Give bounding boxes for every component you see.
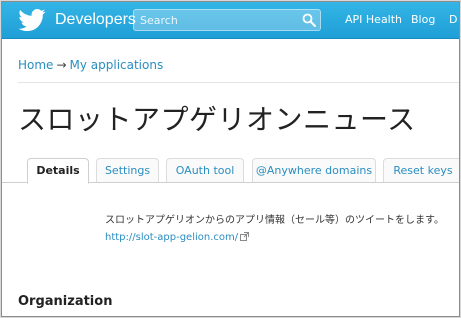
tab-oauth-tool[interactable]: OAuth tool bbox=[166, 158, 244, 182]
organization-heading: Organization bbox=[18, 294, 113, 309]
breadcrumb-separator: → bbox=[56, 58, 67, 72]
nav-docs[interactable]: D bbox=[449, 13, 457, 26]
search-icon[interactable] bbox=[302, 13, 316, 27]
brand-label: Developers bbox=[55, 11, 136, 28]
twitter-bird-icon bbox=[18, 9, 46, 31]
external-link-icon bbox=[240, 232, 250, 241]
app-description: スロットアプゲリオンからのアプリ情報（セール等）のツイートをします。 bbox=[105, 215, 444, 226]
breadcrumb-divider bbox=[18, 82, 459, 83]
top-navigation-bar: Developers API Health Blog D bbox=[2, 2, 459, 39]
tab-details[interactable]: Details bbox=[27, 158, 89, 184]
nav-blog[interactable]: Blog bbox=[411, 13, 435, 26]
browser-window: Developers API Health Blog D Home→My app… bbox=[1, 1, 460, 317]
nav-api-health[interactable]: API Health bbox=[345, 13, 402, 26]
developers-brand[interactable]: Developers bbox=[18, 9, 136, 31]
tab-anywhere-domains[interactable]: @Anywhere domains bbox=[252, 158, 376, 182]
breadcrumb-my-applications[interactable]: My applications bbox=[70, 58, 164, 72]
page-title: スロットアプゲリオンニュース bbox=[18, 103, 416, 136]
app-website-link[interactable]: http://slot-app-gelion.com/ bbox=[105, 232, 250, 243]
app-website-url[interactable]: http://slot-app-gelion.com/ bbox=[105, 232, 238, 243]
tab-settings[interactable]: Settings bbox=[96, 158, 159, 182]
breadcrumb: Home → My applications bbox=[18, 58, 163, 72]
breadcrumb-home[interactable]: Home bbox=[18, 58, 53, 72]
tab-reset-keys[interactable]: Reset keys bbox=[383, 158, 459, 182]
search-box[interactable] bbox=[133, 9, 321, 31]
search-input[interactable] bbox=[134, 10, 300, 30]
